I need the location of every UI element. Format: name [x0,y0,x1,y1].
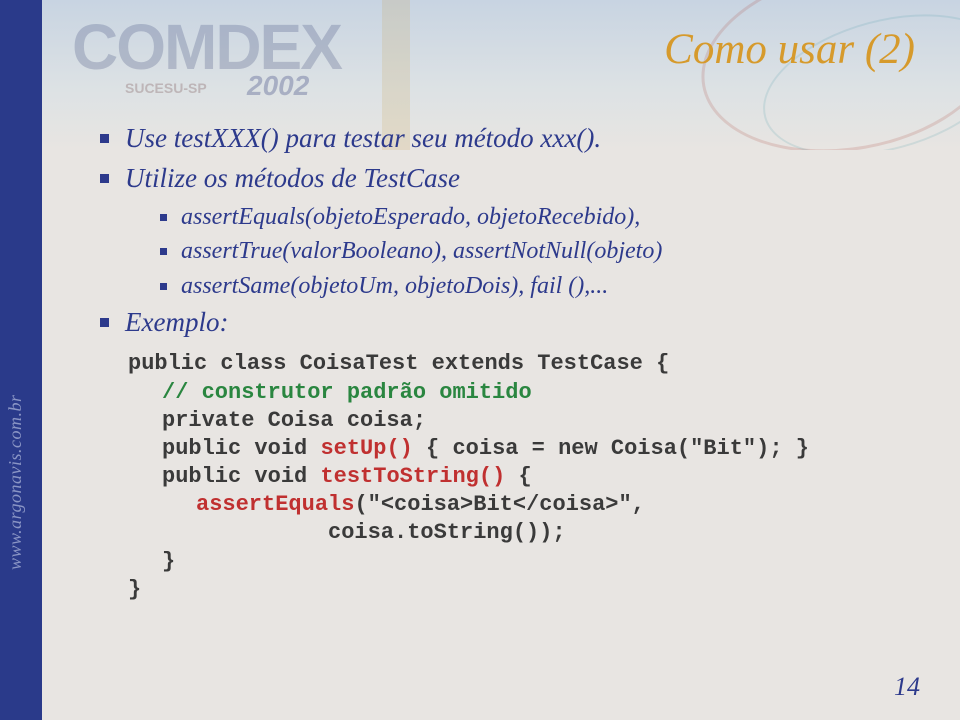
page-number: 14 [894,672,920,702]
watermark-subtitle: SUCESU-SP [125,80,207,96]
bullet-text: assertSame(objetoUm, objetoDois), fail (… [181,270,608,302]
bullet-dot [160,248,167,255]
bullet-text: assertEquals(objetoEsperado, objetoReceb… [181,201,640,233]
code-line: assertEquals("<coisa>Bit</coisa>", [128,491,900,519]
bullet-text: Use testXXX() para testar seu método xxx… [125,120,601,156]
bullet-dot [100,134,109,143]
bullet-text: Exemplo: [125,304,228,340]
bullet-dot [160,283,167,290]
bullet-dot [100,174,109,183]
sub-bullet-3: assertSame(objetoUm, objetoDois), fail (… [160,270,900,302]
code-text: { coisa = new Coisa("Bit"); } [413,436,809,461]
code-line: private Coisa coisa; [128,407,900,435]
bullet-3: Exemplo: [100,304,900,340]
slide-title: Como usar (2) [664,25,915,74]
bullet-1: Use testXXX() para testar seu método xxx… [100,120,900,156]
side-url: www.argonavis.com.br [5,394,26,570]
sub-bullets: assertEquals(objetoEsperado, objetoReceb… [160,201,900,302]
code-text: { [505,464,531,489]
left-strip [0,0,42,720]
sub-bullet-2: assertTrue(valorBooleano), assertNotNull… [160,235,900,267]
code-line: public void setUp() { coisa = new Coisa(… [128,435,900,463]
code-line: public class CoisaTest extends TestCase … [128,350,900,378]
bullet-2: Utilize os métodos de TestCase [100,160,900,196]
code-line: } [128,576,900,604]
code-text: public void [162,464,320,489]
bullet-text: Utilize os métodos de TestCase [125,160,460,196]
code-line: coisa.toString()); [128,519,900,547]
watermark-year: 2002 [247,70,309,102]
code-method: setUp() [320,436,412,461]
code-comment: // construtor padrão omitido [128,379,900,407]
code-method: assertEquals [196,492,354,517]
code-method: testToString() [320,464,505,489]
bullet-dot [100,318,109,327]
bullet-dot [160,214,167,221]
sub-bullet-1: assertEquals(objetoEsperado, objetoReceb… [160,201,900,233]
bullet-text: assertTrue(valorBooleano), assertNotNull… [181,235,662,267]
slide-content: Use testXXX() para testar seu método xxx… [100,120,900,604]
code-line: } [128,548,900,576]
code-example: public class CoisaTest extends TestCase … [128,350,900,603]
code-text: ("<coisa>Bit</coisa>", [354,492,644,517]
code-text: public void [162,436,320,461]
code-line: public void testToString() { [128,463,900,491]
